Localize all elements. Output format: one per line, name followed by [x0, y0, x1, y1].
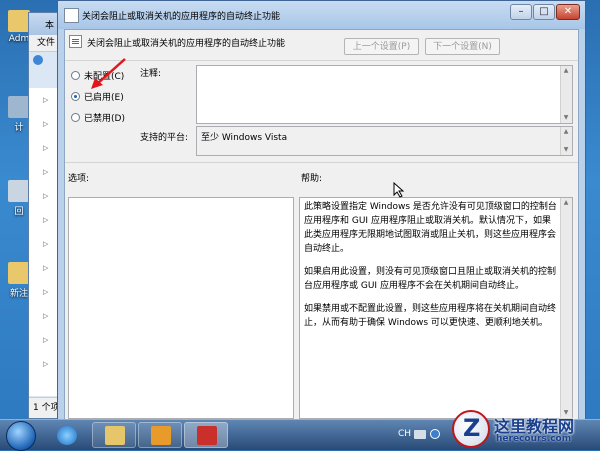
- desktop-icon-label: 新注: [9, 289, 28, 299]
- expand-icon[interactable]: ▷: [43, 192, 48, 200]
- comment-textarea[interactable]: ▲ ▼: [196, 65, 573, 124]
- comment-scrollbar[interactable]: ▲ ▼: [560, 66, 572, 123]
- expand-icon[interactable]: ▷: [43, 336, 48, 344]
- internet-explorer-icon: [57, 426, 77, 445]
- scroll-down-icon[interactable]: ▼: [562, 114, 570, 122]
- radio-circle-icon: [71, 70, 80, 80]
- media-player-icon: [151, 426, 171, 445]
- expand-icon[interactable]: ▷: [43, 96, 48, 104]
- policy-icon: [64, 8, 79, 23]
- setting-icon: [69, 35, 82, 48]
- options-panel: [68, 197, 294, 419]
- scroll-up-icon[interactable]: ▲: [562, 128, 570, 136]
- dialog-title: 关闭会阻止或取消关机的应用程序的自动终止功能: [82, 12, 281, 22]
- expand-icon[interactable]: ▷: [43, 312, 48, 320]
- radio-checked-icon: [71, 91, 80, 101]
- start-button[interactable]: [6, 421, 36, 451]
- expand-icon[interactable]: ▷: [43, 168, 48, 176]
- user-folder-icon: [8, 10, 30, 32]
- explorer-title: 本: [45, 21, 55, 31]
- folder-icon: [8, 262, 30, 284]
- expand-icon[interactable]: ▷: [43, 288, 48, 296]
- header-divider: [65, 60, 578, 61]
- back-arrow-icon[interactable]: [33, 55, 43, 65]
- radio-circle-icon: [71, 112, 80, 122]
- expand-icon[interactable]: ▷: [43, 216, 48, 224]
- taskbar-ie[interactable]: [44, 422, 88, 448]
- computer-icon: [8, 96, 30, 118]
- toolbox-icon: [197, 426, 217, 445]
- options-label: 选项:: [68, 174, 90, 184]
- help-paragraph: 如果禁用或不配置此设置，则这些应用程序将在关机期间自动终止，从而有助于确保 Wi…: [304, 304, 557, 328]
- platform-label: 支持的平台:: [140, 133, 189, 143]
- expand-icon[interactable]: ▷: [43, 120, 48, 128]
- expand-icon[interactable]: ▷: [43, 264, 48, 272]
- platform-scrollbar[interactable]: ▲ ▼: [560, 127, 572, 155]
- watermark: 这里教程网 herecours.com: [452, 408, 600, 450]
- language-indicator[interactable]: CH: [398, 429, 411, 439]
- previous-setting-button[interactable]: 上一个设置(P): [344, 38, 419, 55]
- maximize-button[interactable]: □: [533, 4, 555, 20]
- scroll-down-icon[interactable]: ▼: [562, 146, 570, 154]
- desktop-icon-label: 回: [14, 207, 24, 217]
- brand-logo-icon: [452, 410, 490, 448]
- platform-value-box: 至少 Windows Vista ▲ ▼: [196, 126, 573, 156]
- expand-icon[interactable]: ▷: [43, 240, 48, 248]
- taskbar-media-player[interactable]: [138, 422, 182, 448]
- scroll-up-icon[interactable]: ▲: [562, 199, 570, 207]
- desktop-icon-label: 计: [14, 123, 24, 133]
- minimize-button[interactable]: –: [510, 4, 532, 20]
- radio-disabled[interactable]: 已禁用(D): [71, 111, 125, 124]
- brand-url: herecours.com: [496, 434, 572, 444]
- dialog-body: 关闭会阻止或取消关机的应用程序的自动终止功能 上一个设置(P) 下一个设置(N)…: [64, 29, 579, 419]
- taskbar-explorer[interactable]: [92, 422, 136, 448]
- help-scrollbar[interactable]: ▲ ▼: [560, 198, 572, 418]
- help-paragraph: 如果启用此设置，则没有可见顶级窗口且阻止或取消关机的控制台应用程序或 GUI 应…: [304, 267, 557, 291]
- recycle-bin-icon: [8, 180, 30, 202]
- help-circle-icon[interactable]: [430, 429, 440, 439]
- policy-setting-dialog: 关闭会阻止或取消关机的应用程序的自动终止功能 – □ ✕ 关闭会阻止或取消关机的…: [57, 0, 586, 420]
- status-text: 1 个项: [33, 403, 60, 413]
- annotation-arrow-icon: [91, 58, 126, 89]
- mouse-cursor-icon: [393, 182, 405, 198]
- expand-icon[interactable]: ▷: [43, 360, 48, 368]
- folder-icon: [105, 426, 125, 445]
- help-paragraph: 此策略设置指定 Windows 是否允许没有可见顶级窗口的控制台应用程序和 GU…: [304, 202, 557, 254]
- help-label: 帮助:: [301, 174, 323, 184]
- desktop-icon-label: Adm: [8, 34, 30, 44]
- section-divider: [65, 162, 578, 163]
- radio-label: 已禁用(D): [84, 113, 125, 124]
- keyboard-icon[interactable]: [414, 430, 426, 439]
- help-panel: 此策略设置指定 Windows 是否允许没有可见顶级窗口的控制台应用程序和 GU…: [299, 197, 573, 419]
- comment-label: 注释:: [140, 69, 162, 79]
- next-setting-button[interactable]: 下一个设置(N): [425, 38, 500, 55]
- setting-title: 关闭会阻止或取消关机的应用程序的自动终止功能: [87, 39, 286, 49]
- expand-icon[interactable]: ▷: [43, 144, 48, 152]
- taskbar-policy-editor[interactable]: [184, 422, 228, 448]
- scroll-up-icon[interactable]: ▲: [562, 67, 570, 75]
- dialog-titlebar[interactable]: 关闭会阻止或取消关机的应用程序的自动终止功能 – □ ✕: [58, 1, 585, 29]
- close-button[interactable]: ✕: [556, 4, 580, 20]
- menu-file[interactable]: 文件: [37, 38, 55, 48]
- platform-value: 至少 Windows Vista: [201, 133, 288, 143]
